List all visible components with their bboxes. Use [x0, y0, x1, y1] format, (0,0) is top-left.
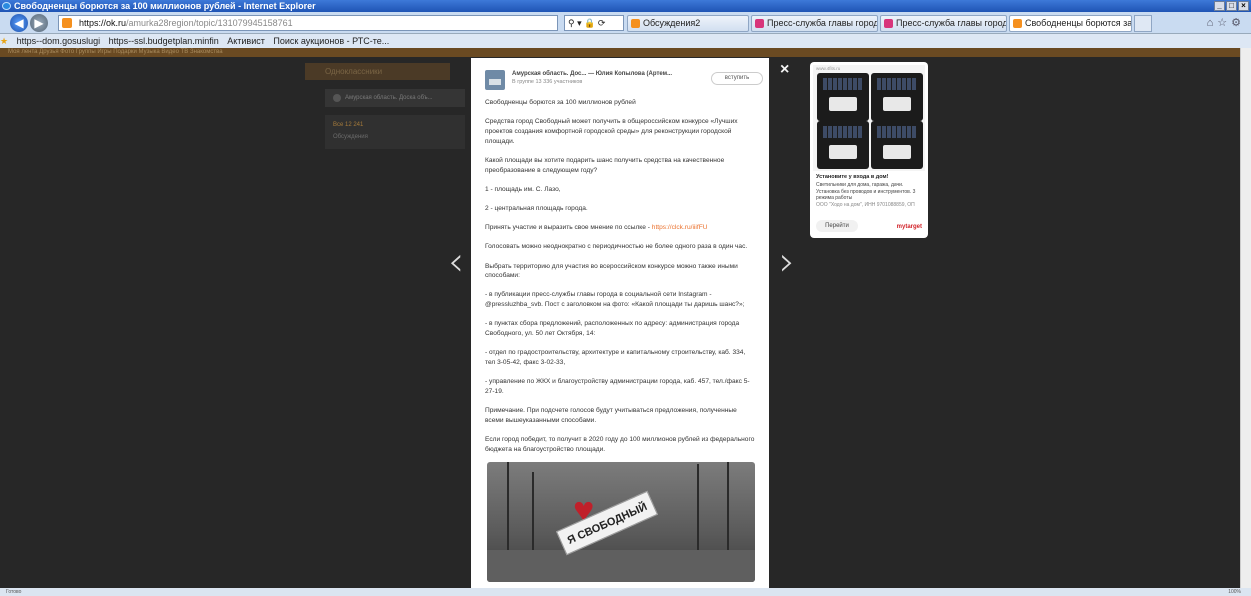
- ad-description: Светильники для дома, гаража, дачи. Уста…: [816, 182, 916, 201]
- ok-logo-header: Одноклассники: [305, 63, 450, 80]
- status-bar: Готово 100%: [0, 588, 1251, 596]
- vote-link[interactable]: https://clck.ru/iiifFU: [652, 224, 708, 231]
- post-photo[interactable]: ♥ Я СВОБОДНЫЙ: [487, 462, 755, 582]
- mytarget-logo: mytarget: [896, 224, 922, 230]
- solar-lamp-image: [871, 121, 923, 169]
- address-input[interactable]: https://ok.ru/amurka28region/topic/13107…: [58, 15, 558, 31]
- url-host: https://ok.ru: [79, 18, 127, 28]
- status-text: Готово: [6, 589, 22, 595]
- favorites-bar: ★ https--dom.gosuslugi https--ssl.budget…: [0, 34, 1251, 48]
- post-option-2: 2 - центральная площадь города.: [485, 204, 588, 212]
- tree-trunk: [507, 462, 509, 552]
- ad-image[interactable]: www.4fits.ru: [813, 65, 925, 171]
- back-button[interactable]: ◀: [10, 14, 28, 32]
- ad-text: Светильники для дома, гаража, дачи. Уста…: [816, 182, 924, 208]
- menu-item-all[interactable]: Все 12 241: [333, 119, 457, 131]
- city-sign: Я СВОБОДНЫЙ: [556, 490, 658, 556]
- tab-label: Свободненцы борются за ... ×: [1025, 18, 1132, 28]
- ad-legal: ООО "Ходо на дом", ИНН 9701088859, ОП: [816, 201, 915, 208]
- post-modal: Амурская область. Дос... — Юлия Копылова…: [471, 58, 769, 588]
- post-option-1: 1 - площадь им. С. Лазо,: [485, 185, 561, 193]
- ad-card[interactable]: www.4fits.ru Установите у входа в дом! С…: [810, 62, 928, 238]
- post-paragraph: Примечание. При подсчете голосов будут у…: [485, 407, 737, 424]
- close-modal-button[interactable]: ×: [780, 61, 789, 79]
- group-card-name: Амурская область. Доска объ...: [345, 95, 433, 101]
- tab-label: Пресс-служба главы города в...: [767, 18, 877, 28]
- ad-go-button[interactable]: Перейти: [816, 220, 858, 232]
- ground: [487, 550, 755, 582]
- address-toolbar: ◀ ▶ https://ok.ru/amurka28region/topic/1…: [0, 12, 1251, 34]
- group-member-count: В группе 13 336 участников: [512, 79, 583, 85]
- ok-favicon: [62, 18, 72, 28]
- maximize-button[interactable]: □: [1226, 1, 1237, 11]
- post-paragraph: Если город победит, то получит в 2020 го…: [485, 435, 755, 453]
- post-paragraph: Средства город Свободный может получить …: [485, 118, 738, 145]
- tab-current-post[interactable]: Свободненцы борются за ... ×: [1009, 15, 1132, 32]
- minimize-button[interactable]: _: [1214, 1, 1225, 11]
- sign-letter: Я: [565, 532, 578, 547]
- post-title: Свободненцы борются за 100 миллионов руб…: [485, 99, 636, 106]
- ok-tab-icon: [1013, 19, 1022, 28]
- ad-title[interactable]: Установите у входа в дом!: [816, 174, 888, 180]
- instagram-tab-icon: [884, 19, 893, 28]
- tab-discussions[interactable]: Обсуждения2: [627, 15, 749, 32]
- menu-item-discussions[interactable]: Обсуждения: [333, 131, 457, 143]
- window-controls: _ □ ×: [1214, 1, 1249, 11]
- prev-post-arrow[interactable]: ‹: [441, 237, 471, 287]
- favorites-star-icon[interactable]: ★: [0, 36, 8, 46]
- address-tools[interactable]: ⚲ ▾ 🔒 ⟳: [564, 15, 624, 31]
- favorite-link-2[interactable]: https--ssl.budgetplan.minfin: [109, 36, 219, 46]
- group-avatar[interactable]: [485, 70, 505, 90]
- post-paragraph: - управление по ЖКХ и благоустройству ад…: [485, 378, 750, 395]
- post-paragraph: - в пунктах сбора предложений, расположе…: [485, 320, 740, 338]
- new-tab-button[interactable]: [1134, 15, 1152, 32]
- home-favorites-settings-icons[interactable]: ⌂☆⚙: [1207, 16, 1245, 29]
- tab-label: Пресс-служба главы города в...: [896, 18, 1006, 28]
- solar-lamp-image: [817, 121, 869, 169]
- tree-trunk: [532, 472, 534, 552]
- next-post-arrow[interactable]: ›: [772, 237, 802, 287]
- page-scrollbar[interactable]: [1240, 48, 1251, 588]
- close-window-button[interactable]: ×: [1238, 1, 1249, 11]
- tree-trunk: [727, 462, 729, 552]
- post-paragraph: Выбрать территорию для участия во всерос…: [485, 262, 738, 280]
- favorite-link-3[interactable]: Активист: [227, 36, 265, 46]
- ok-top-navigation[interactable]: Моя лента Друзья Фото Группы Игры Подарк…: [0, 48, 1240, 57]
- ie-icon: [2, 2, 11, 10]
- solar-lamp-image: [871, 73, 923, 121]
- post-header: Амурская область. Дос... — Юлия Копылова…: [485, 70, 763, 92]
- forward-button[interactable]: ▶: [30, 14, 48, 32]
- link-lead: Принять участие и выразить свое мнение п…: [485, 224, 652, 232]
- window-title: Свободненцы борются за 100 миллионов руб…: [14, 1, 316, 11]
- instagram-tab-icon: [755, 19, 764, 28]
- solar-lamp-image: [817, 73, 869, 121]
- group-avatar: [333, 94, 341, 102]
- post-group-author[interactable]: Амурская область. Дос... — Юлия Копылова…: [512, 71, 672, 77]
- group-menu: Все 12 241 Обсуждения: [325, 115, 465, 149]
- tab-press-service-1[interactable]: Пресс-служба главы города в...: [751, 15, 878, 32]
- post-paragraph: Голосовать можно неоднократно с периодич…: [485, 243, 748, 251]
- post-paragraph: - в публикации пресс-службы главы города…: [485, 291, 745, 309]
- tab-strip: Обсуждения2 Пресс-служба главы города в.…: [627, 15, 1152, 32]
- window-titlebar: Свободненцы борются за 100 миллионов руб…: [0, 0, 1251, 12]
- join-group-button[interactable]: вступить: [711, 72, 763, 85]
- post-body: Свободненцы борются за 100 миллионов руб…: [485, 98, 755, 464]
- tree-trunk: [697, 464, 699, 552]
- post-paragraph: Какой площади вы хотите подарить шанс по…: [485, 156, 725, 174]
- ad-domain: www.4fits.ru: [816, 66, 841, 71]
- tab-press-service-2[interactable]: Пресс-служба главы города в...: [880, 15, 1007, 32]
- tab-label: Обсуждения2: [643, 18, 701, 28]
- url-path: /amurka28region/topic/131079945158761: [126, 18, 293, 28]
- group-card: Амурская область. Доска объ...: [325, 89, 465, 107]
- zoom-level[interactable]: 100%: [1228, 588, 1241, 596]
- ok-tab-icon: [631, 19, 640, 28]
- post-paragraph: - отдел по градостроительству, архитекту…: [485, 349, 746, 366]
- favorite-link-1[interactable]: https--dom.gosuslugi: [17, 36, 101, 46]
- background-ad-remnant: [812, 242, 927, 264]
- post-link-paragraph: Принять участие и выразить свое мнение п…: [485, 223, 755, 233]
- favorite-link-4[interactable]: Поиск аукционов - РТС-те...: [273, 36, 389, 46]
